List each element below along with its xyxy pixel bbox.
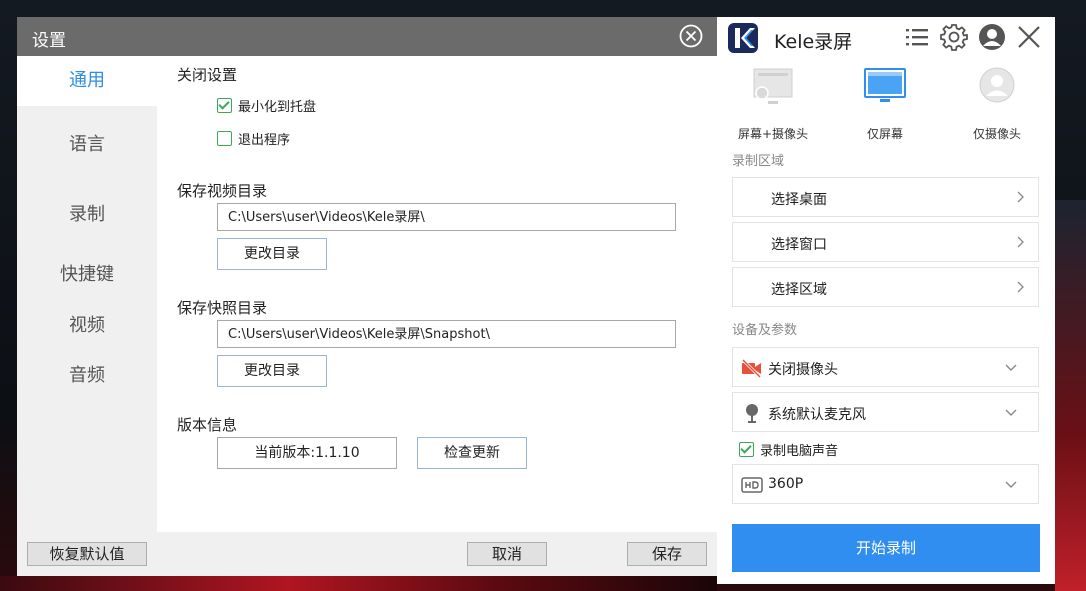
- exit-label: 退出程序: [238, 133, 291, 148]
- select-region-label: 选择区域: [771, 282, 827, 298]
- select-region-item[interactable]: 选择区域: [732, 267, 1039, 307]
- record-sound-label: 录制电脑声音: [760, 444, 839, 459]
- video-dir-input[interactable]: C:\Users\user\Videos\Kele录屏\: [217, 203, 676, 231]
- screen-icon: [864, 68, 906, 102]
- record-area-title: 录制区域: [732, 154, 785, 169]
- select-window-label: 选择窗口: [771, 237, 827, 253]
- user-icon[interactable]: [978, 23, 1006, 51]
- background-red-glow-bottom: [0, 576, 717, 591]
- tab-language[interactable]: 语言: [17, 130, 157, 155]
- camera-icon: [979, 67, 1015, 103]
- quality-dropdown[interactable]: 360P: [732, 464, 1039, 504]
- close-icon[interactable]: [1015, 23, 1043, 51]
- settings-title: 设置: [32, 31, 66, 51]
- record-system-sound-option[interactable]: 录制电脑声音: [739, 440, 838, 459]
- microphone-icon: [746, 404, 758, 423]
- select-desktop-label: 选择桌面: [771, 192, 827, 208]
- check-update-button[interactable]: 检查更新: [417, 437, 527, 469]
- exit-checkbox[interactable]: [217, 131, 232, 146]
- list-icon[interactable]: [903, 23, 931, 51]
- select-desktop-item[interactable]: 选择桌面: [732, 177, 1039, 217]
- microphone-dropdown[interactable]: 系统默认麦克风: [732, 392, 1039, 432]
- snapshot-dir-input[interactable]: C:\Users\user\Videos\Kele录屏\Snapshot\: [217, 320, 676, 348]
- background-red-glow: [1055, 200, 1086, 591]
- change-snapshot-dir-button[interactable]: 更改目录: [217, 355, 327, 387]
- settings-window: 设置 通用 语言 录制 快捷键 视频 音频 关闭设置 最小化到托盘 退出程序 保…: [17, 17, 717, 576]
- tab-general[interactable]: 通用: [17, 56, 157, 106]
- cancel-button[interactable]: 取消: [467, 542, 547, 566]
- close-icon[interactable]: [679, 24, 703, 48]
- mode-camera-only[interactable]: 仅摄像头: [947, 65, 1047, 141]
- mode-screen-camera[interactable]: 屏幕+摄像头: [723, 65, 823, 141]
- record-sound-checkbox[interactable]: [739, 442, 754, 457]
- tab-audio[interactable]: 音频: [17, 361, 157, 386]
- mode-screen-only[interactable]: 仅屏幕: [835, 65, 935, 141]
- camera-value: 关闭摄像头: [768, 362, 838, 378]
- screen-camera-icon: [753, 68, 793, 104]
- chevron-down-icon: [1005, 481, 1017, 488]
- kele-logo: [728, 23, 758, 53]
- save-button[interactable]: 保存: [627, 542, 707, 566]
- start-recording-button[interactable]: 开始录制: [732, 524, 1040, 572]
- tab-hotkeys[interactable]: 快捷键: [17, 260, 157, 285]
- snapshot-dir-title: 保存快照目录: [177, 299, 268, 317]
- tab-recording[interactable]: 录制: [17, 200, 157, 225]
- devices-title: 设备及参数: [732, 323, 798, 338]
- mode-label: 仅摄像头: [972, 127, 1021, 141]
- minimize-checkbox[interactable]: [217, 98, 232, 113]
- gear-icon[interactable]: [940, 23, 968, 51]
- camera-dropdown[interactable]: 关闭摄像头: [732, 347, 1039, 387]
- chevron-down-icon: [1005, 409, 1017, 416]
- exit-program-option[interactable]: 退出程序: [217, 129, 290, 148]
- settings-content: 关闭设置 最小化到托盘 退出程序 保存视频目录 C:\Users\user\Vi…: [157, 56, 717, 532]
- microphone-value: 系统默认麦克风: [768, 407, 866, 423]
- camera-off-icon: [741, 358, 762, 379]
- mode-label: 屏幕+摄像头: [737, 127, 809, 141]
- close-settings-title: 关闭设置: [177, 66, 238, 84]
- settings-titlebar: 设置: [17, 17, 717, 56]
- tab-video[interactable]: 视频: [17, 311, 157, 336]
- change-video-dir-button[interactable]: 更改目录: [217, 238, 327, 270]
- version-title: 版本信息: [177, 416, 238, 434]
- settings-footer: 恢复默认值 取消 保存: [17, 532, 717, 576]
- minimize-label: 最小化到托盘: [238, 100, 317, 115]
- chevron-right-icon: [1017, 281, 1024, 293]
- app-name: Kele录屏: [774, 31, 853, 53]
- quality-value: 360P: [768, 476, 804, 492]
- select-window-item[interactable]: 选择窗口: [732, 222, 1039, 262]
- chevron-right-icon: [1017, 191, 1024, 203]
- mode-label: 仅屏幕: [866, 127, 903, 141]
- settings-sidebar: 通用 语言 录制 快捷键 视频 音频: [17, 56, 157, 532]
- minimize-to-tray-option[interactable]: 最小化到托盘: [217, 96, 316, 115]
- restore-defaults-button[interactable]: 恢复默认值: [27, 542, 147, 566]
- current-version: 当前版本:1.1.10: [217, 437, 397, 469]
- hd-icon: [741, 477, 763, 493]
- video-dir-title: 保存视频目录: [177, 182, 268, 200]
- chevron-right-icon: [1017, 236, 1024, 248]
- kele-recorder-panel: Kele录屏 屏幕+摄像头 仅屏幕 仅摄像头 录制区域 选择桌面 选择窗口 选择…: [717, 17, 1055, 584]
- chevron-down-icon: [1005, 364, 1017, 371]
